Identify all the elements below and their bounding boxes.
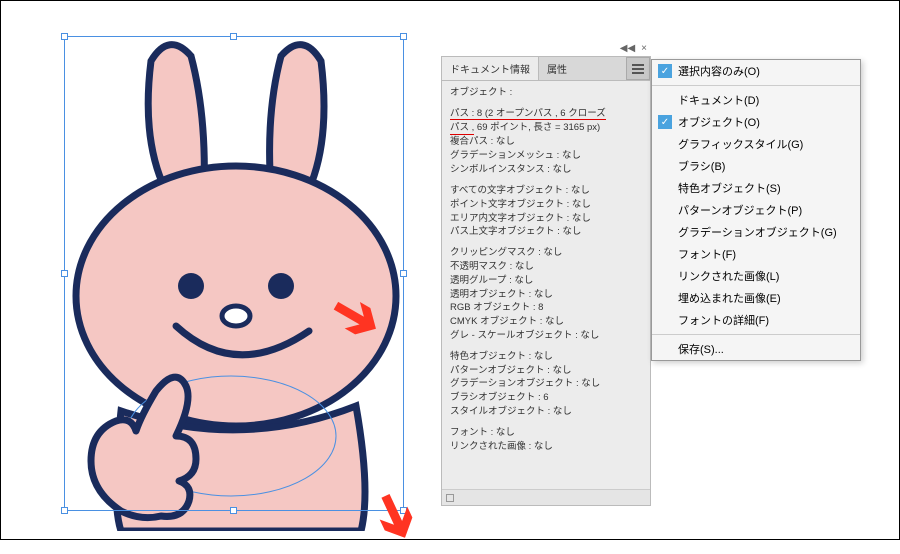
gradient-mesh: グラデーションメッシュ : なし <box>450 150 642 163</box>
panel-footer <box>442 489 650 505</box>
menu-separator <box>652 334 860 335</box>
path-text-obj: パス上文字オブジェクト : なし <box>450 226 642 239</box>
path-summary-line2: パス , 69 ポイント, 長さ = 3165 px) <box>450 122 642 136</box>
panel-close-icon[interactable]: × <box>641 43 647 54</box>
opacity-mask: 不透明マスク : なし <box>450 261 642 274</box>
menu-font-detail[interactable]: フォントの詳細(F) <box>652 309 860 331</box>
handle-bot-left[interactable] <box>61 507 68 514</box>
menu-pattern-object[interactable]: パターンオブジェクト(P) <box>652 199 860 221</box>
menu-save[interactable]: 保存(S)... <box>652 338 860 360</box>
gradient-obj: グラデーションオブジェクト : なし <box>450 378 642 391</box>
tab-attributes[interactable]: 属性 <box>539 57 575 80</box>
document-info-panel: ドキュメント情報 属性 オブジェクト : パス : 8 (2 オープンパス , … <box>441 56 651 506</box>
panel-body: オブジェクト : パス : 8 (2 オープンパス , 6 クローズ パス , … <box>442 81 650 461</box>
area-text-obj: エリア内文字オブジェクト : なし <box>450 213 642 226</box>
handle-mid-left[interactable] <box>61 270 68 277</box>
menu-gradient-object[interactable]: グラデーションオブジェクト(G) <box>652 221 860 243</box>
menu-font[interactable]: フォント(F) <box>652 243 860 265</box>
handle-mid-right[interactable] <box>400 270 407 277</box>
footer-swatch-icon[interactable] <box>446 494 454 502</box>
tab-document-info[interactable]: ドキュメント情報 <box>442 57 539 80</box>
cmyk-obj: CMYK オブジェクト : なし <box>450 316 642 329</box>
font-count: フォント : なし <box>450 427 642 440</box>
brush-obj: ブラシオブジェクト : 6 <box>450 392 642 405</box>
object-label: オブジェクト : <box>450 87 642 100</box>
canvas-area[interactable]: ➔ ➔ <box>1 1 441 541</box>
spot-color-obj: 特色オブジェクト : なし <box>450 351 642 364</box>
menu-selection-only[interactable]: 選択内容のみ(O) <box>652 60 860 82</box>
handle-top-mid[interactable] <box>230 33 237 40</box>
panel-flyout-menu: 選択内容のみ(O) ドキュメント(D) オブジェクト(O) グラフィックスタイル… <box>651 59 861 361</box>
panel-tabs: ドキュメント情報 属性 <box>442 57 650 81</box>
menu-object[interactable]: オブジェクト(O) <box>652 111 860 133</box>
handle-top-left[interactable] <box>61 33 68 40</box>
grayscale-obj: グレ - スケールオブジェクト : なし <box>450 330 642 343</box>
style-obj: スタイルオブジェクト : なし <box>450 406 642 419</box>
panel-collapse-icon[interactable]: ◀◀ <box>620 43 635 54</box>
point-text-obj: ポイント文字オブジェクト : なし <box>450 199 642 212</box>
all-text-obj: すべての文字オブジェクト : なし <box>450 185 642 198</box>
rgb-obj: RGB オブジェクト : 8 <box>450 302 642 315</box>
panel-menu-button[interactable] <box>626 57 650 80</box>
clipping-mask: クリッピングマスク : なし <box>450 247 642 260</box>
transparent-group: 透明グループ : なし <box>450 275 642 288</box>
menu-embedded-image[interactable]: 埋め込まれた画像(E) <box>652 287 860 309</box>
pattern-obj: パターンオブジェクト : なし <box>450 365 642 378</box>
check-icon <box>658 115 672 129</box>
check-icon <box>658 64 672 78</box>
path-summary-line1: パス : 8 (2 オープンパス , 6 クローズ <box>450 108 642 121</box>
menu-document[interactable]: ドキュメント(D) <box>652 89 860 111</box>
linked-images: リンクされた画像 : なし <box>450 441 642 454</box>
compound-path: 複合パス : なし <box>450 136 642 149</box>
menu-brush[interactable]: ブラシ(B) <box>652 155 860 177</box>
menu-graphic-style[interactable]: グラフィックスタイル(G) <box>652 133 860 155</box>
menu-spot-object[interactable]: 特色オブジェクト(S) <box>652 177 860 199</box>
menu-linked-image[interactable]: リンクされた画像(L) <box>652 265 860 287</box>
handle-top-right[interactable] <box>400 33 407 40</box>
transparent-obj: 透明オブジェクト : なし <box>450 289 642 302</box>
panel-window-controls: ◀◀ × <box>441 41 651 56</box>
menu-separator <box>652 85 860 86</box>
symbol-instance: シンボルインスタンス : なし <box>450 164 642 177</box>
handle-bot-mid[interactable] <box>230 507 237 514</box>
